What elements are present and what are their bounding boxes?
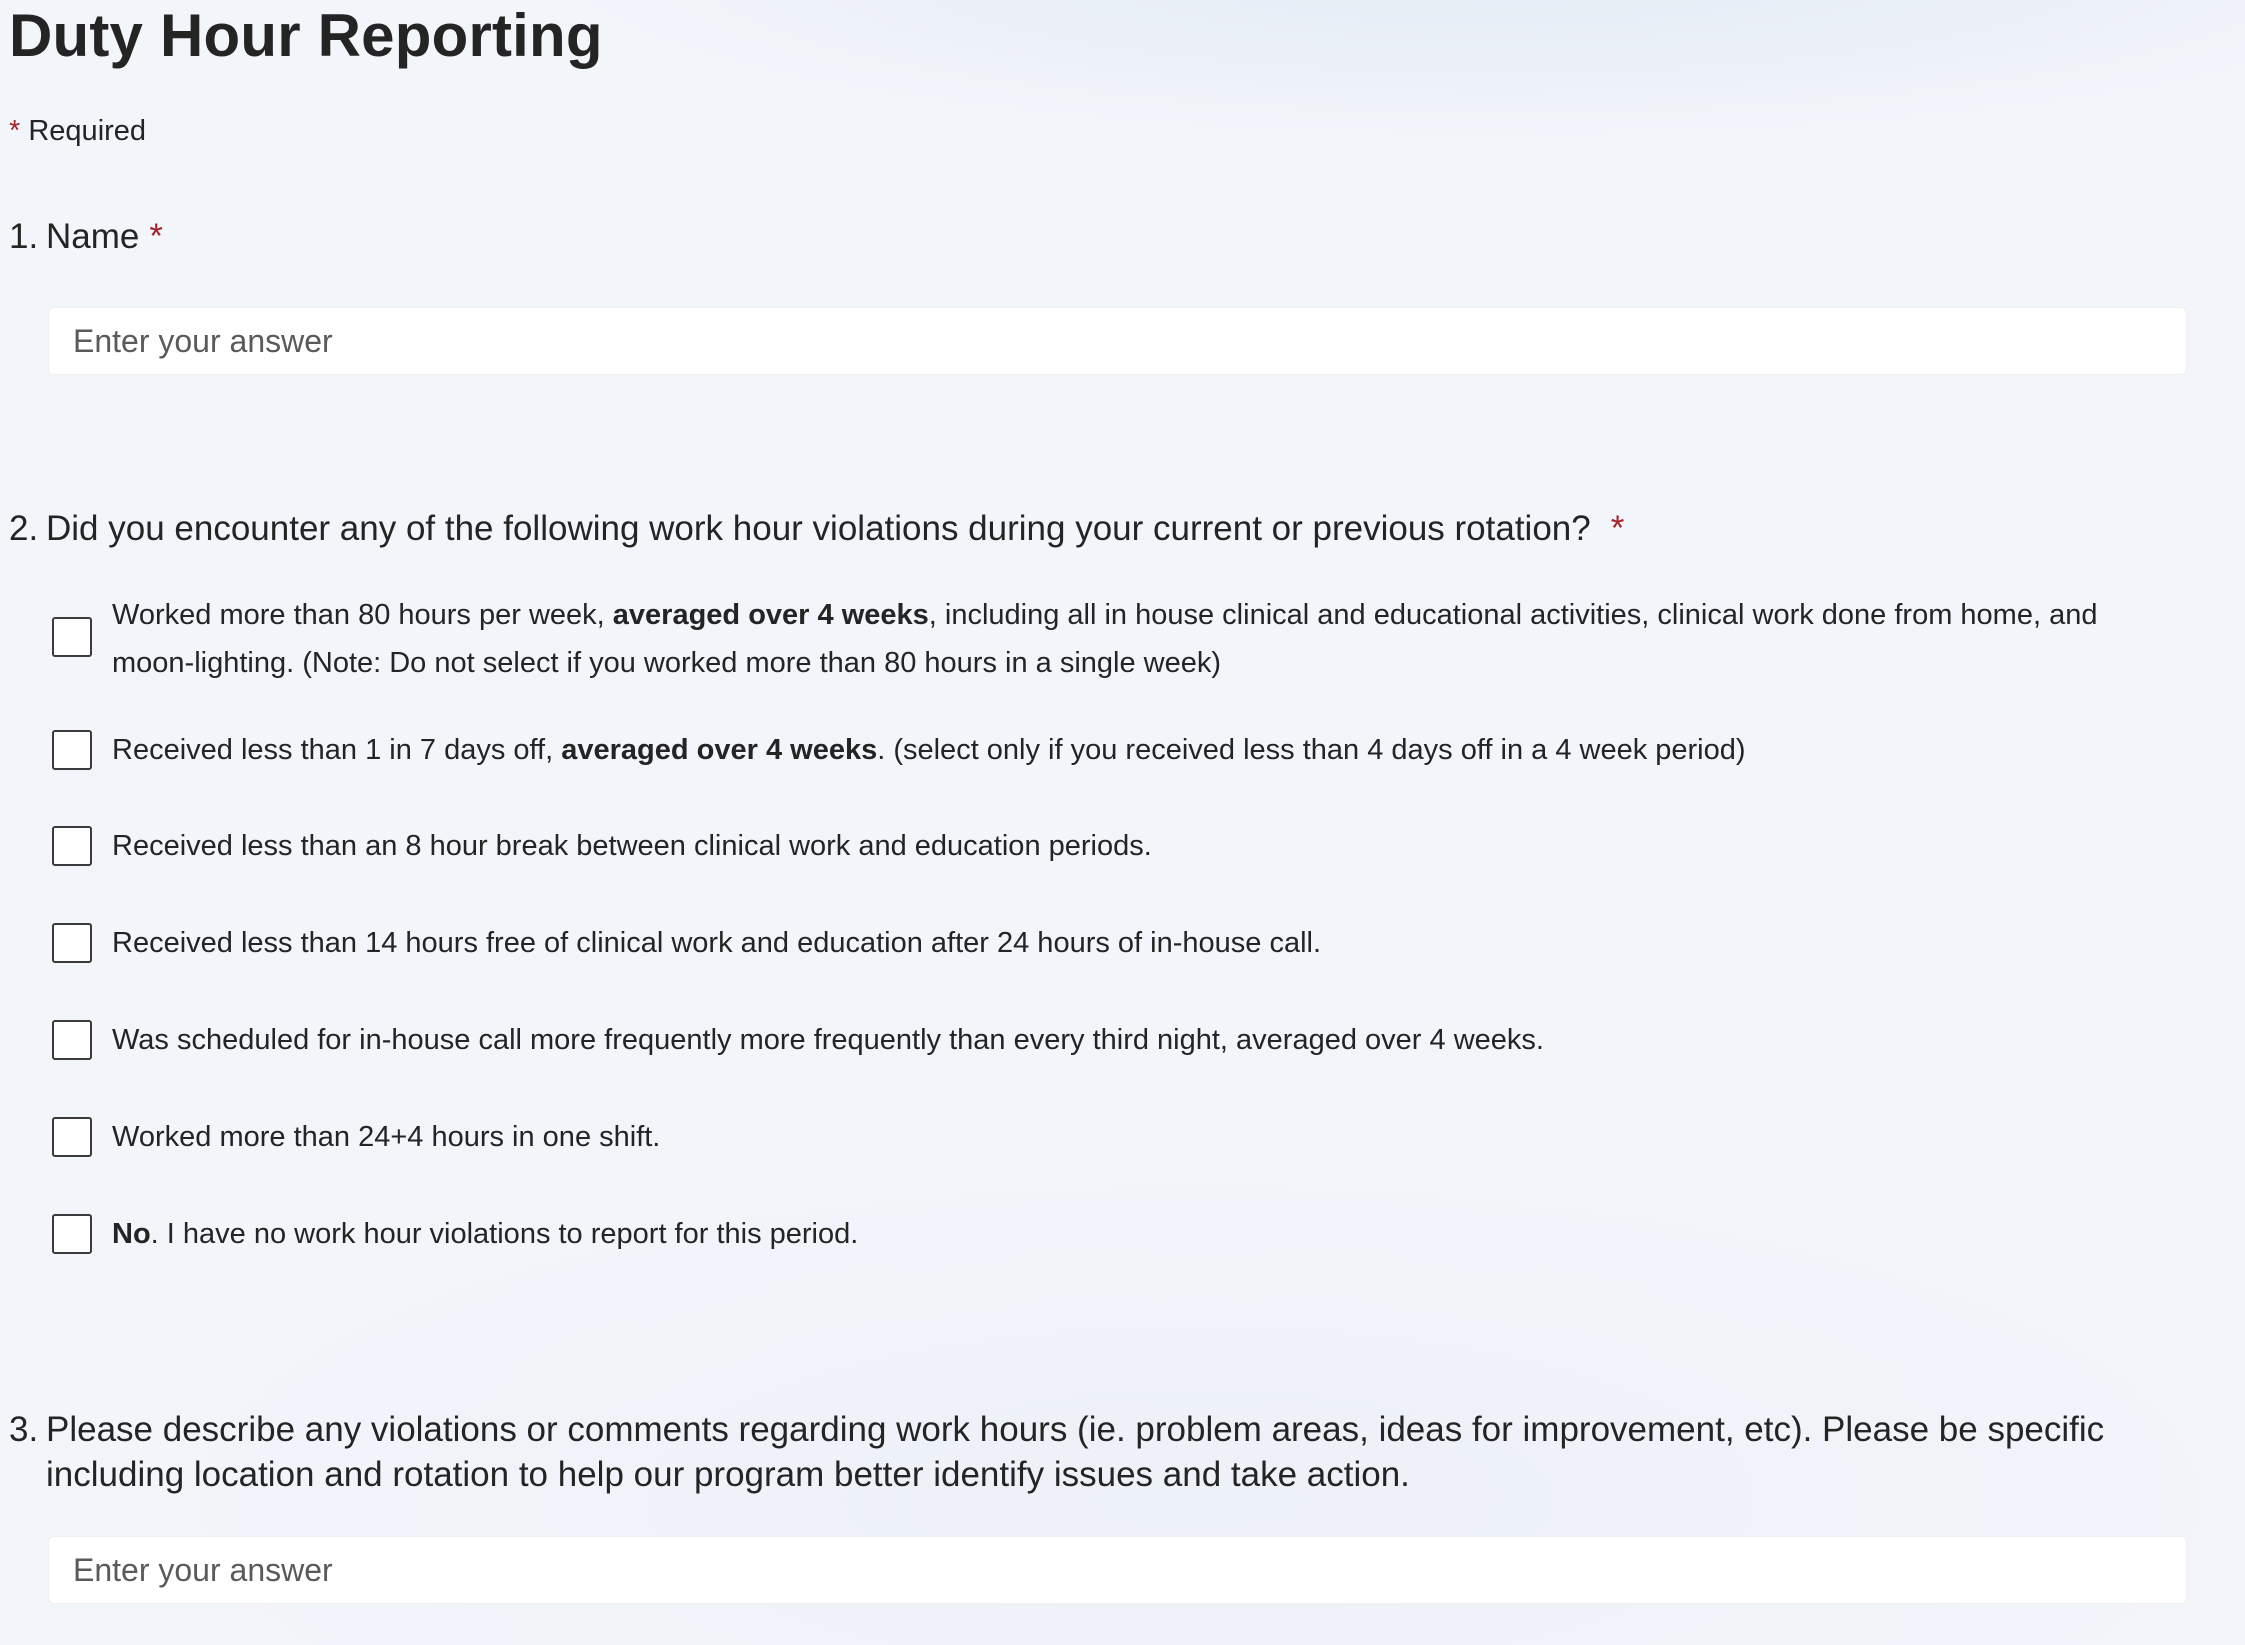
violation-option-80-hours[interactable]: Worked more than 80 hours per week, aver… <box>52 591 2185 687</box>
form-title: Duty Hour Reporting <box>9 2 603 69</box>
violation-option-14-hours-free[interactable]: Received less than 14 hours free of clin… <box>52 919 2185 967</box>
required-label: Required <box>28 115 147 147</box>
question-text: Name <box>46 217 140 256</box>
question-title: 2. Did you encounter any of the followin… <box>9 506 2215 551</box>
comments-input[interactable] <box>48 1536 2187 1604</box>
checkbox[interactable] <box>52 730 92 770</box>
option-label: Was scheduled for in-house call more fre… <box>112 1024 1544 1056</box>
option-label: Received less than an 8 hour break betwe… <box>112 830 1152 862</box>
checkbox[interactable] <box>52 923 92 963</box>
required-asterisk: * <box>9 115 21 147</box>
option-label: No. I have no work hour violations to re… <box>112 1218 859 1250</box>
question-comments: 3. Please describe any violations or com… <box>9 1407 2215 1604</box>
question-number: 3. <box>9 1410 39 1449</box>
checkbox[interactable] <box>52 1117 92 1157</box>
option-label: Received less than 1 in 7 days off, aver… <box>112 734 1746 766</box>
checkbox[interactable] <box>52 826 92 866</box>
violation-option-days-off[interactable]: Received less than 1 in 7 days off, aver… <box>52 726 2185 774</box>
required-asterisk: * <box>149 217 163 256</box>
question-title: 1. Name * <box>9 214 2215 259</box>
required-note: * Required <box>9 111 146 151</box>
question-text: Did you encounter any of the following w… <box>46 509 1591 548</box>
required-asterisk: * <box>1610 509 1625 548</box>
question-text: Please describe any violations or commen… <box>46 1410 2105 1494</box>
question-number: 1. <box>9 217 39 256</box>
checkbox[interactable] <box>52 1214 92 1254</box>
violation-option-24-plus-4[interactable]: Worked more than 24+4 hours in one shift… <box>52 1113 2185 1161</box>
question-number: 2. <box>9 509 39 548</box>
name-input[interactable] <box>48 307 2187 375</box>
checkbox[interactable] <box>52 617 92 657</box>
option-label: Worked more than 80 hours per week, aver… <box>112 599 2098 679</box>
form-page: Duty Hour Reporting * Required 1. Name * … <box>0 0 2245 1645</box>
question-title: 3. Please describe any violations or com… <box>9 1407 2215 1497</box>
option-label: Worked more than 24+4 hours in one shift… <box>112 1121 661 1153</box>
violation-option-8-hour-break[interactable]: Received less than an 8 hour break betwe… <box>52 822 2185 870</box>
violation-option-call-frequency[interactable]: Was scheduled for in-house call more fre… <box>52 1016 2185 1064</box>
violation-option-no[interactable]: No. I have no work hour violations to re… <box>52 1210 2185 1258</box>
checkbox[interactable] <box>52 1020 92 1060</box>
option-label: Received less than 14 hours free of clin… <box>112 927 1322 959</box>
question-violations: 2. Did you encounter any of the followin… <box>9 506 2215 551</box>
question-name: 1. Name * <box>9 214 2215 375</box>
